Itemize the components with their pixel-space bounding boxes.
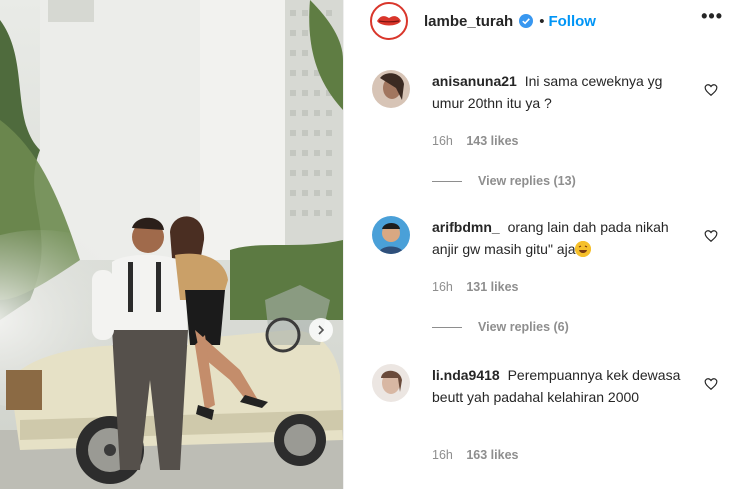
view-replies-label: View replies (6) (478, 320, 569, 334)
heart-icon[interactable] (704, 377, 718, 391)
view-replies-label: View replies (13) (478, 174, 576, 188)
comments-panel: lambe_turah • Follow ••• anisanuna21 Ini… (343, 0, 745, 489)
lips-logo-icon (377, 16, 401, 26)
comment-time: 16h (432, 280, 453, 294)
post-photo[interactable] (0, 0, 343, 489)
comment-likes[interactable]: 131 likes (466, 280, 518, 294)
comment-content: li.nda9418 Perempuannya kek dewasa beutt… (432, 364, 692, 408)
comment-meta: 16h 163 likes (432, 448, 528, 462)
more-options-icon[interactable]: ••• (701, 6, 723, 27)
commenter-avatar[interactable] (372, 70, 410, 108)
follow-button[interactable]: Follow (548, 13, 596, 30)
next-photo-button[interactable] (309, 318, 333, 342)
comment-username[interactable]: arifbdmn_ (432, 219, 500, 235)
laughing-emoji-icon (575, 241, 592, 257)
commenter-avatar[interactable] (372, 216, 410, 254)
verified-badge-icon (519, 14, 534, 28)
comment-likes[interactable]: 163 likes (466, 448, 518, 462)
instagram-post-modal: lambe_turah • Follow ••• anisanuna21 Ini… (0, 0, 745, 489)
heart-icon[interactable] (704, 229, 718, 243)
comment-meta: 16h 131 likes (432, 280, 528, 294)
commenter-avatar[interactable] (372, 364, 410, 402)
post-username[interactable]: lambe_turah (424, 13, 513, 30)
comment-meta: 16h 143 likes (432, 134, 528, 148)
heart-icon[interactable] (704, 83, 718, 97)
comment-time: 16h (432, 448, 453, 462)
comment-time: 16h (432, 134, 453, 148)
replies-divider (432, 326, 462, 328)
comment-content: anisanuna21 Ini sama ceweknya yg umur 20… (432, 70, 692, 114)
comment-username[interactable]: anisanuna21 (432, 73, 517, 89)
view-replies-button[interactable]: View replies (6) (432, 320, 569, 334)
next-arrow-icon (318, 325, 325, 335)
comment-username[interactable]: li.nda9418 (432, 367, 500, 383)
profile-avatar[interactable] (370, 2, 408, 40)
comment-likes[interactable]: 143 likes (466, 134, 518, 148)
comment-content: arifbdmn_ orang lain dah pada nikah anji… (432, 216, 692, 260)
post-header: lambe_turah • Follow ••• (344, 0, 745, 42)
replies-divider (432, 180, 462, 182)
couple-car-photo (0, 0, 343, 489)
separator-dot: • (539, 12, 545, 30)
view-replies-button[interactable]: View replies (13) (432, 174, 576, 188)
